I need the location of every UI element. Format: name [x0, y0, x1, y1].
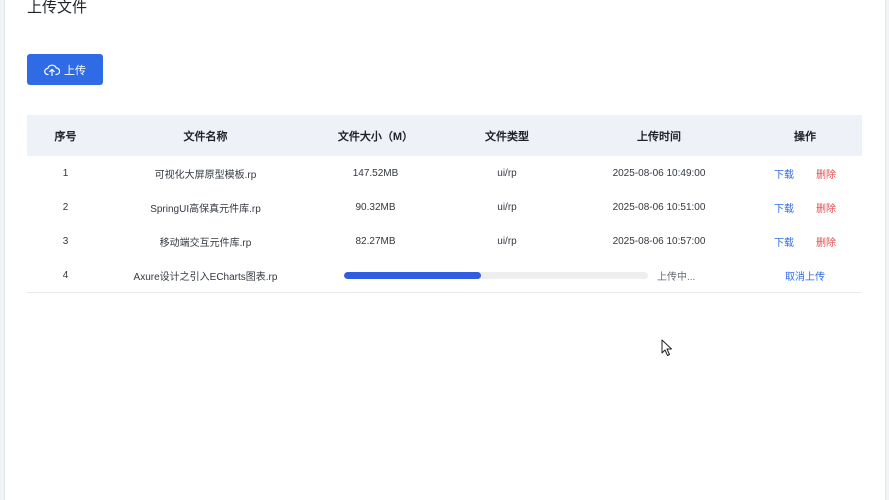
table-row: 2 SpringUI高保真元件库.rp 90.32MB ui/rp 2025-0… — [27, 190, 862, 224]
header-size: 文件大小（M） — [337, 130, 414, 143]
upload-button[interactable]: 上传 — [27, 54, 103, 85]
upload-button-label: 上传 — [64, 64, 86, 77]
delete-link[interactable]: 删除 — [816, 234, 836, 249]
cell-index: 2 — [62, 201, 69, 213]
cell-actions: 下载 删除 — [748, 200, 862, 215]
cell-index: 1 — [62, 167, 69, 179]
page-frame: 上传文件 上传 序号 文件名称 文件大小（M） 文件类型 上传时间 操作 1 可… — [4, 0, 886, 500]
header-time: 上传时间 — [637, 130, 681, 143]
cell-actions: 取消上传 — [748, 268, 862, 283]
header-index: 序号 — [54, 130, 77, 143]
download-link[interactable]: 下载 — [774, 166, 794, 181]
cell-size: 90.32MB — [355, 201, 396, 213]
progress-fill — [344, 271, 481, 279]
cell-type: ui/rp — [497, 201, 517, 213]
header-type: 文件类型 — [485, 130, 529, 143]
cell-time: 2025-08-06 10:57:00 — [612, 235, 706, 247]
download-link[interactable]: 下载 — [774, 200, 794, 215]
cell-type: ui/rp — [497, 235, 517, 247]
cell-actions: 下载 删除 — [748, 166, 862, 181]
table-row: 1 可视化大屏原型模板.rp 147.52MB ui/rp 2025-08-06… — [27, 156, 862, 190]
cell-size: 82.27MB — [355, 235, 396, 247]
mouse-cursor-icon — [661, 339, 672, 356]
delete-link[interactable]: 删除 — [816, 200, 836, 215]
progress-track — [344, 271, 648, 279]
cell-name: 移动端交互元件库.rp — [159, 237, 252, 249]
cell-index: 3 — [62, 235, 69, 247]
upload-status: 上传中... — [657, 271, 696, 283]
cell-name: SpringUI高保真元件库.rp — [150, 203, 261, 215]
cell-name: 可视化大屏原型模板.rp — [154, 169, 257, 181]
delete-link[interactable]: 删除 — [816, 166, 836, 181]
cancel-upload-link[interactable]: 取消上传 — [785, 272, 825, 283]
cell-type: ui/rp — [497, 167, 517, 179]
cell-index: 4 — [62, 269, 69, 281]
cell-name: Axure设计之引入ECharts图表.rp — [133, 271, 278, 283]
header-name: 文件名称 — [183, 130, 228, 143]
cell-time: 2025-08-06 10:49:00 — [612, 167, 706, 179]
cell-actions: 下载 删除 — [748, 234, 862, 249]
uploading-row: 4 Axure设计之引入ECharts图表.rp 上传中... 取消上传 — [27, 258, 862, 293]
table-header: 序号 文件名称 文件大小（M） 文件类型 上传时间 操作 — [27, 115, 862, 156]
file-table: 序号 文件名称 文件大小（M） 文件类型 上传时间 操作 1 可视化大屏原型模板… — [27, 115, 862, 293]
upload-progress: 上传中... — [307, 268, 748, 283]
cell-size: 147.52MB — [352, 167, 399, 179]
download-link[interactable]: 下载 — [774, 234, 794, 249]
header-actions: 操作 — [794, 130, 816, 143]
cloud-upload-icon — [44, 64, 60, 76]
table-row: 3 移动端交互元件库.rp 82.27MB ui/rp 2025-08-06 1… — [27, 224, 862, 258]
page-title: 上传文件 — [27, 0, 88, 16]
cell-time: 2025-08-06 10:51:00 — [612, 201, 706, 213]
